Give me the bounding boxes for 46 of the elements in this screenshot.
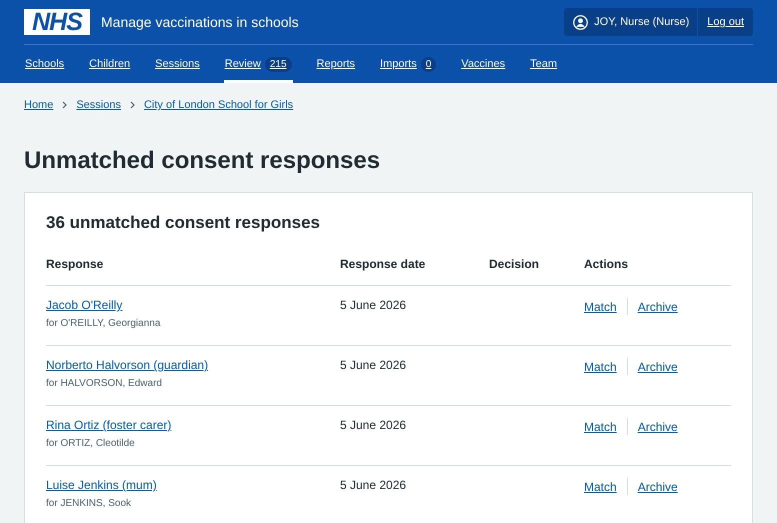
response-link[interactable]: Rina Ortiz (foster carer)	[46, 418, 172, 432]
breadcrumb-link[interactable]: Home	[24, 99, 54, 111]
response-date: 5 June 2026	[340, 298, 406, 312]
child-name: for ORTIZ, Cleotilde	[46, 438, 136, 449]
child-name: for O'REILLY, Georgianna	[46, 318, 162, 329]
column-header: Response date	[340, 257, 489, 286]
column-header: Decision	[489, 257, 584, 286]
response-date: 5 June 2026	[340, 358, 406, 372]
nav-tab[interactable]: Children	[88, 45, 132, 83]
user-icon	[573, 14, 588, 30]
action-link[interactable]: Match	[584, 300, 617, 314]
nav-tab[interactable]: Sessions	[154, 45, 201, 83]
card-heading: 36 unmatched consent responses	[46, 213, 321, 233]
nhs-logo[interactable]: NHS	[24, 9, 90, 35]
user-name: JOY, Nurse (Nurse)	[594, 16, 690, 28]
breadcrumb-link[interactable]: City of London School for Girls	[144, 99, 294, 111]
action-link[interactable]: Archive	[638, 420, 678, 434]
nav-tab[interactable]: Review 215	[224, 45, 293, 83]
nav-tab[interactable]: Team	[529, 45, 558, 83]
response-date: 5 June 2026	[340, 418, 406, 432]
chevron-icon	[62, 101, 68, 109]
page-title: Unmatched consent responses	[24, 147, 382, 175]
service-name: Manage vaccinations in schools	[101, 14, 300, 30]
action-link[interactable]: Match	[584, 480, 617, 494]
child-name: for JENKINS, Sook	[46, 498, 132, 509]
logout-link[interactable]: Log out	[698, 16, 753, 28]
response-link[interactable]: Norberto Halvorson (guardian)	[46, 358, 208, 372]
count-badge: 0	[420, 56, 436, 72]
count-badge: 215	[264, 56, 292, 72]
action-link[interactable]: Match	[584, 420, 617, 434]
chevron-icon	[130, 101, 135, 109]
action-link[interactable]: Archive	[638, 300, 678, 314]
action-link[interactable]: Match	[584, 360, 617, 374]
column-header: Actions	[584, 257, 731, 286]
response-link[interactable]: Luise Jenkins (mum)	[46, 478, 157, 492]
nav-tab[interactable]: Vaccines	[460, 45, 506, 83]
response-link[interactable]: Jacob O'Reilly	[46, 298, 122, 312]
action-link[interactable]: Archive	[638, 360, 678, 374]
nav-tab[interactable]: Schools	[24, 45, 66, 83]
breadcrumb-link[interactable]: Sessions	[76, 99, 121, 111]
column-header: Response	[46, 257, 340, 286]
nav-tab[interactable]: Imports 0	[379, 45, 438, 83]
nav-tab[interactable]: Reports	[316, 45, 356, 83]
response-date: 5 June 2026	[340, 478, 406, 492]
action-link[interactable]: Archive	[638, 480, 678, 494]
child-name: for HALVORSON, Edward	[46, 378, 163, 389]
